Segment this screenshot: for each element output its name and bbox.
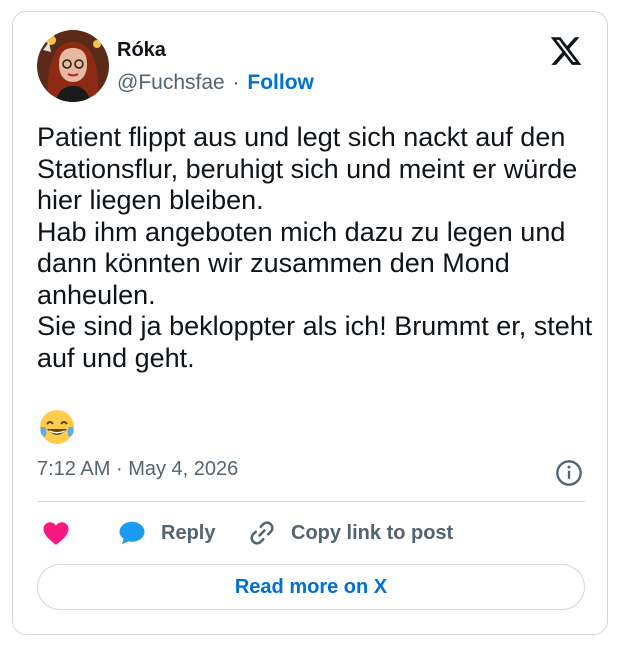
- tweet-card: Róka @Fuchsfae · Follow Patient flippt a…: [12, 11, 608, 635]
- link-icon: [250, 521, 274, 545]
- separator-dot: ·: [115, 458, 123, 480]
- follow-link[interactable]: Follow: [247, 71, 314, 94]
- read-more-button[interactable]: Read more on X: [37, 564, 585, 610]
- x-logo-icon[interactable]: [549, 34, 583, 68]
- separator-dot: ·: [232, 71, 240, 94]
- tweet-text: Patient flippt aus und legt sich nackt a…: [37, 122, 597, 374]
- copy-link-label: Copy link to post: [291, 521, 454, 544]
- avatar[interactable]: [37, 30, 109, 102]
- reply-label: Reply: [161, 521, 216, 544]
- info-icon[interactable]: [555, 459, 583, 487]
- copy-link-button[interactable]: Copy link to post: [247, 516, 453, 550]
- reply-button[interactable]: Reply: [117, 516, 215, 550]
- laughing-tears-emoji-icon: [40, 410, 74, 444]
- tweet-date: May 4, 2026: [128, 458, 239, 480]
- tweet-paragraph: Patient flippt aus und legt sich nackt a…: [37, 122, 578, 215]
- heart-icon: [43, 522, 69, 545]
- author-handle[interactable]: @Fuchsfae: [117, 71, 225, 94]
- tweet-paragraph: Sie sind ja bekloppter als ich! Brummt e…: [37, 311, 593, 373]
- author-name[interactable]: Róka: [117, 39, 166, 62]
- tweet-time: 7:12 AM: [37, 458, 111, 480]
- tweet-paragraph: Hab ihm angeboten mich dazu zu legen und…: [37, 216, 566, 310]
- speech-bubble-icon: [119, 521, 145, 545]
- divider: [37, 501, 585, 502]
- like-button[interactable]: [41, 516, 71, 550]
- author-handle-row: @Fuchsfae · Follow: [117, 71, 314, 95]
- tweet-timestamp[interactable]: 7:12 AM · May 4, 2026: [37, 458, 238, 481]
